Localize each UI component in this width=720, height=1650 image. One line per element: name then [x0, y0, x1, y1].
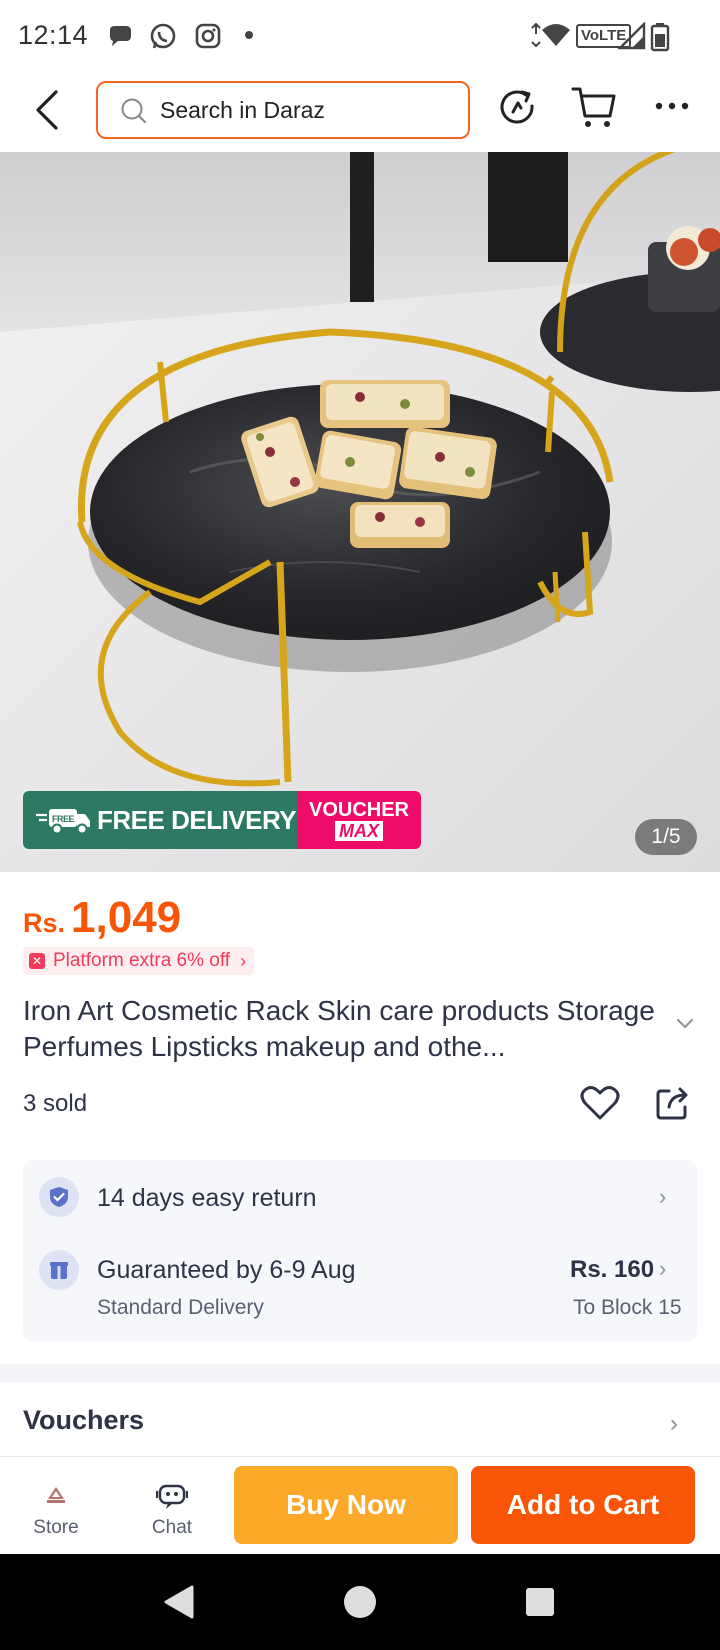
instagram-icon [195, 23, 221, 49]
delivery-truck-icon: FREE [36, 809, 90, 835]
clock: 12:14 [18, 20, 89, 50]
voucher-max-tag: VOUCHER MAX [297, 791, 421, 849]
svg-text:FREE: FREE [52, 814, 75, 824]
product-photo [0, 152, 720, 872]
chat-bot-icon [155, 1484, 189, 1509]
whatsapp-icon [150, 23, 176, 49]
search-input[interactable] [160, 95, 450, 125]
cart-icon[interactable] [570, 84, 618, 130]
delivery-box-icon [39, 1250, 79, 1290]
share-icon[interactable] [655, 1085, 691, 1121]
section-divider [0, 1364, 720, 1382]
add-to-cart-button[interactable]: Add to Cart [471, 1466, 695, 1544]
message-bubble-icon [110, 26, 131, 46]
product-price: Rs. 1,049 [23, 893, 181, 943]
free-delivery-voucher-badge: FREE FREE DELIVERY VOUCHER MAX [23, 791, 421, 849]
delivery-type: Standard Delivery [97, 1296, 264, 1319]
nav-home-icon[interactable] [342, 1584, 378, 1620]
return-shield-icon [39, 1177, 79, 1217]
price-currency: Rs. [23, 908, 66, 938]
promo-voucher-icon: ✕ [29, 953, 45, 969]
top-navigation [0, 72, 720, 152]
vouchers-heading[interactable]: Vouchers [23, 1405, 144, 1436]
buy-now-button[interactable]: Buy Now [234, 1466, 458, 1544]
more-options-icon[interactable] [654, 100, 690, 112]
platform-promo-tag[interactable]: ✕ Platform extra 6% off › [23, 947, 255, 975]
chevron-right-icon[interactable]: › [659, 1184, 666, 1210]
delivery-services-card: 14 days easy return › Guaranteed by 6-9 … [23, 1160, 697, 1342]
bottom-action-bar: Store Chat Buy Now Add to Cart [0, 1456, 720, 1554]
chat-label: Chat [151, 1517, 193, 1538]
store-button[interactable]: Store [6, 1457, 106, 1539]
search-bar[interactable] [96, 81, 470, 139]
heart-wishlist-icon[interactable] [580, 1085, 620, 1121]
history-refresh-icon[interactable] [496, 86, 540, 130]
chevron-right-icon[interactable]: › [670, 1410, 678, 1438]
store-logo-icon [47, 1487, 65, 1503]
back-arrow-icon[interactable] [28, 88, 68, 132]
return-policy-text[interactable]: 14 days easy return [97, 1184, 317, 1213]
delivery-guarantee-text[interactable]: Guaranteed by 6-9 Aug [97, 1256, 356, 1285]
product-title[interactable]: Iron Art Cosmetic Rack Skin care product… [23, 993, 663, 1065]
free-delivery-label: FREE DELIVERY [97, 804, 297, 835]
price-amount: 1,049 [71, 893, 182, 942]
image-counter: 1/5 [635, 819, 697, 855]
max-label: MAX [335, 820, 383, 841]
battery-icon [650, 23, 670, 52]
chevron-right-icon: › [240, 950, 247, 971]
delivery-fee: Rs. 160 [570, 1256, 655, 1283]
chevron-right-icon[interactable]: › [659, 1256, 666, 1282]
chat-button[interactable]: Chat [122, 1457, 222, 1539]
store-label: Store [33, 1517, 79, 1538]
notification-dot-icon [245, 31, 253, 39]
status-bar: 12:14 VoLTE [0, 0, 720, 72]
promo-label: Platform extra 6% off [53, 950, 231, 971]
chevron-down-icon[interactable] [676, 1018, 694, 1030]
signal-icon [618, 22, 646, 50]
free-delivery-tag: FREE FREE DELIVERY [23, 791, 297, 849]
nav-back-icon[interactable] [162, 1584, 196, 1620]
wifi-icon [531, 22, 570, 48]
search-icon [121, 98, 147, 124]
delivery-location[interactable]: To Block 15 [573, 1296, 682, 1320]
system-navigation-bar [0, 1554, 720, 1650]
nav-recents-icon[interactable] [524, 1586, 556, 1618]
product-image-gallery[interactable] [0, 152, 720, 872]
sold-count: 3 sold [23, 1090, 88, 1117]
voucher-label: VOUCHER [308, 798, 409, 821]
